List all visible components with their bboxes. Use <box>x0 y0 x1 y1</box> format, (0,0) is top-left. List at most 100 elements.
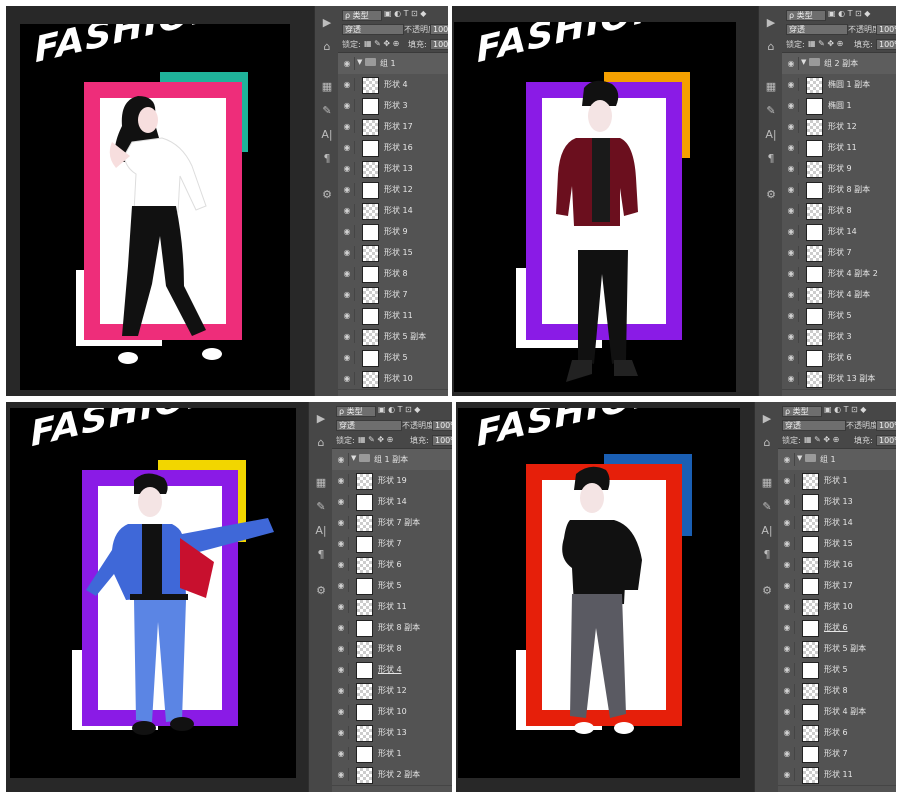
layer-row[interactable]: ◉ 形状 15 <box>778 533 896 555</box>
layer-row[interactable]: ◉ 形状 5 <box>778 659 896 681</box>
visibility-eye-icon[interactable]: ◉ <box>784 267 799 280</box>
adjust-icon[interactable]: ⚙ <box>759 584 775 598</box>
character-icon[interactable]: A| <box>763 128 779 142</box>
swatch-icon[interactable]: ▦ <box>759 476 775 490</box>
paragraph-icon[interactable]: ¶ <box>763 152 779 166</box>
lock-icons[interactable]: ▦ ✎ ✥ ⊕ <box>808 39 843 48</box>
layer-row[interactable]: ◉ 形状 10 <box>338 368 448 390</box>
visibility-eye-icon[interactable]: ◉ <box>340 246 355 259</box>
layer-row[interactable]: ◉ 形状 5 <box>332 575 452 597</box>
layer-row[interactable]: ◉ 形状 2 副本 <box>332 764 452 786</box>
brush-icon[interactable]: ✎ <box>319 104 335 118</box>
history-icon[interactable]: ⌂ <box>759 436 775 450</box>
visibility-eye-icon[interactable]: ◉ <box>780 684 795 697</box>
layer-row[interactable]: ◉ 形状 13 <box>332 722 452 744</box>
visibility-eye-icon[interactable]: ◉ <box>340 351 355 364</box>
visibility-eye-icon[interactable]: ◉ <box>780 558 795 571</box>
layer-row[interactable]: ◉ 形状 4 <box>338 74 448 96</box>
kind-filter[interactable]: ρ 类型 <box>786 10 826 21</box>
brush-icon[interactable]: ✎ <box>313 500 329 514</box>
layer-row[interactable]: ◉ 形状 8 <box>782 200 896 222</box>
visibility-eye-icon[interactable]: ◉ <box>334 537 349 550</box>
visibility-eye-icon[interactable]: ◉ <box>784 141 799 154</box>
layer-row[interactable]: ◉ 形状 7 <box>332 533 452 555</box>
layer-group-row[interactable]: ◉ ▼ 组 1 <box>778 449 896 471</box>
layer-row[interactable]: ◉ 形状 7 副本 <box>332 512 452 534</box>
visibility-eye-icon[interactable]: ◉ <box>334 516 349 529</box>
visibility-eye-icon[interactable]: ◉ <box>784 330 799 343</box>
filter-icons[interactable]: ▣ ◐ T ⊡ ◆ <box>378 405 420 414</box>
visibility-eye-icon[interactable]: ◉ <box>784 57 799 70</box>
play-icon[interactable]: ▶ <box>759 412 775 426</box>
layer-row[interactable]: ◉ 形状 5 <box>338 347 448 369</box>
layer-row[interactable]: ◉ 形状 10 <box>778 596 896 618</box>
visibility-eye-icon[interactable]: ◉ <box>780 642 795 655</box>
visibility-eye-icon[interactable]: ◉ <box>780 516 795 529</box>
visibility-eye-icon[interactable]: ◉ <box>334 495 349 508</box>
kind-filter[interactable]: ρ 类型 <box>782 406 822 417</box>
visibility-eye-icon[interactable]: ◉ <box>340 330 355 343</box>
filter-icons[interactable]: ▣ ◐ T ⊡ ◆ <box>828 9 870 18</box>
layer-row[interactable]: ◉ 形状 14 <box>782 221 896 243</box>
visibility-eye-icon[interactable]: ◉ <box>780 537 795 550</box>
layer-group-row[interactable]: ◉ ▼ 组 1 <box>338 53 448 75</box>
layer-group-row[interactable]: ◉ ▼ 组 2 副本 <box>782 53 896 75</box>
visibility-eye-icon[interactable]: ◉ <box>340 99 355 112</box>
layer-row[interactable]: ◉ 形状 12 <box>338 179 448 201</box>
adjust-icon[interactable]: ⚙ <box>319 188 335 202</box>
visibility-eye-icon[interactable]: ◉ <box>780 663 795 676</box>
layer-row[interactable]: ◉ 椭圆 1 副本 <box>782 74 896 96</box>
paragraph-icon[interactable]: ¶ <box>759 548 775 562</box>
visibility-eye-icon[interactable]: ◉ <box>784 225 799 238</box>
visibility-eye-icon[interactable]: ◉ <box>334 453 349 466</box>
layer-row[interactable]: ◉ 形状 11 <box>782 137 896 159</box>
character-icon[interactable]: A| <box>319 128 335 142</box>
layer-row[interactable]: ◉ 形状 5 <box>782 305 896 327</box>
visibility-eye-icon[interactable]: ◉ <box>784 246 799 259</box>
play-icon[interactable]: ▶ <box>319 16 335 30</box>
layer-row[interactable]: ◉ 形状 19 <box>332 470 452 492</box>
filter-icons[interactable]: ▣ ◐ T ⊡ ◆ <box>384 9 426 18</box>
visibility-eye-icon[interactable]: ◉ <box>780 705 795 718</box>
kind-filter[interactable]: ρ 类型 <box>342 10 382 21</box>
visibility-eye-icon[interactable]: ◉ <box>340 162 355 175</box>
artwork-canvas-3[interactable]: FASHION <box>10 408 296 778</box>
layer-row[interactable]: ◉ 形状 4 <box>332 659 452 681</box>
layer-row[interactable]: ◉ 形状 7 <box>782 242 896 264</box>
visibility-eye-icon[interactable]: ◉ <box>784 120 799 133</box>
visibility-eye-icon[interactable]: ◉ <box>334 726 349 739</box>
layer-row[interactable]: ◉ 形状 9 <box>782 158 896 180</box>
blend-mode-select[interactable]: 穿透 <box>786 24 848 35</box>
artwork-canvas-4[interactable]: FASHION <box>458 408 740 778</box>
visibility-eye-icon[interactable]: ◉ <box>340 57 355 70</box>
visibility-eye-icon[interactable]: ◉ <box>334 474 349 487</box>
layer-group-row[interactable]: ◉ ▼ 组 1 副本 <box>332 449 452 471</box>
visibility-eye-icon[interactable]: ◉ <box>784 183 799 196</box>
layer-row[interactable]: ◉ 形状 12 <box>782 116 896 138</box>
opacity-input[interactable]: 100% <box>430 24 448 35</box>
layer-row[interactable]: ◉ 形状 10 <box>332 701 452 723</box>
layer-row[interactable]: ◉ 形状 14 <box>338 200 448 222</box>
opacity-input[interactable]: 100% <box>876 420 896 431</box>
expand-arrow-icon[interactable]: ▼ <box>357 58 362 66</box>
kind-filter[interactable]: ρ 类型 <box>336 406 376 417</box>
lock-icons[interactable]: ▦ ✎ ✥ ⊕ <box>358 435 393 444</box>
visibility-eye-icon[interactable]: ◉ <box>334 705 349 718</box>
visibility-eye-icon[interactable]: ◉ <box>780 474 795 487</box>
expand-arrow-icon[interactable]: ▼ <box>351 454 356 462</box>
layer-row[interactable]: ◉ 形状 14 <box>332 491 452 513</box>
artwork-canvas-2[interactable]: FASHION <box>454 22 736 392</box>
visibility-eye-icon[interactable]: ◉ <box>340 372 355 385</box>
layer-row[interactable]: ◉ 形状 13 副本 <box>782 368 896 390</box>
layer-row[interactable]: ◉ 形状 3 <box>782 326 896 348</box>
filter-icons[interactable]: ▣ ◐ T ⊡ ◆ <box>824 405 866 414</box>
fill-input[interactable]: 100% <box>876 435 896 446</box>
visibility-eye-icon[interactable]: ◉ <box>784 351 799 364</box>
visibility-eye-icon[interactable]: ◉ <box>334 579 349 592</box>
paragraph-icon[interactable]: ¶ <box>313 548 329 562</box>
visibility-eye-icon[interactable]: ◉ <box>780 600 795 613</box>
layer-row[interactable]: ◉ 形状 17 <box>338 116 448 138</box>
layer-row[interactable]: ◉ 形状 6 <box>778 617 896 639</box>
layer-row[interactable]: ◉ 形状 8 副本 <box>782 179 896 201</box>
expand-arrow-icon[interactable]: ▼ <box>797 454 802 462</box>
